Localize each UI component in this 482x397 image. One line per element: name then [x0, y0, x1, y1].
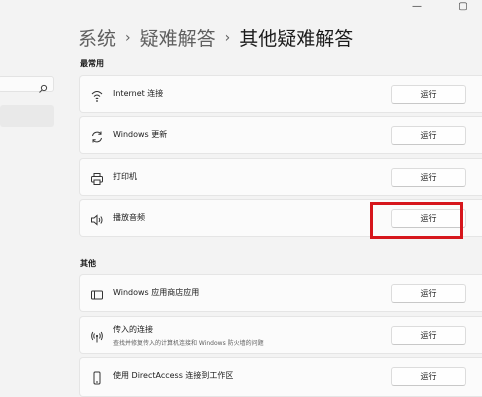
troubleshooter-label: 打印机	[113, 172, 137, 181]
search-input[interactable]	[0, 76, 54, 93]
sidebar-item-selected[interactable]	[0, 105, 54, 127]
run-button[interactable]: 运行	[391, 367, 466, 386]
troubleshooter-printer: 打印机 运行	[79, 158, 482, 196]
minimize-button[interactable]: —	[394, 0, 440, 12]
breadcrumb-troubleshoot[interactable]: 疑难解答	[140, 24, 216, 51]
run-button[interactable]: 运行	[391, 85, 466, 104]
troubleshooter-incoming-connections: 传入的连接 查找并修复传入的计算机连接和 Windows 防火墙的问题 运行	[79, 316, 482, 354]
troubleshooter-description: 查找并修复传入的计算机连接和 Windows 防火墙的问题	[113, 340, 264, 347]
speaker-icon	[90, 212, 104, 226]
troubleshooter-internet: Internet 连接 运行	[79, 75, 482, 113]
breadcrumb-separator: ›	[125, 29, 131, 46]
sync-icon	[90, 129, 104, 143]
troubleshooter-label: Windows 更新	[113, 130, 168, 139]
section-title-other: 其他	[80, 259, 96, 268]
troubleshooter-directaccess: 使用 DirectAccess 连接到工作区 运行	[79, 357, 482, 397]
run-button[interactable]: 运行	[391, 326, 466, 345]
highlight-box	[370, 202, 463, 239]
wifi-icon	[90, 88, 104, 102]
troubleshooter-label: 传入的连接	[113, 325, 153, 334]
troubleshooter-store-apps: Windows 应用商店应用 运行	[79, 274, 482, 312]
section-title-frequent: 最常用	[80, 59, 104, 68]
maximize-button[interactable]: ▢	[440, 0, 482, 12]
troubleshooter-label: Windows 应用商店应用	[113, 288, 200, 297]
run-button[interactable]: 运行	[391, 168, 466, 187]
incoming-connection-icon	[90, 329, 104, 343]
phone-device-icon	[90, 370, 104, 385]
troubleshooter-label: 使用 DirectAccess 连接到工作区	[113, 371, 234, 380]
search-icon	[38, 79, 48, 93]
run-button[interactable]: 运行	[391, 126, 466, 145]
printer-icon	[90, 171, 104, 185]
page-title: 其他疑难解答	[239, 28, 354, 50]
breadcrumb-system[interactable]: 系统	[78, 24, 116, 51]
troubleshooter-label: 播放音频	[113, 213, 145, 222]
troubleshooter-windows-update: Windows 更新 运行	[79, 116, 482, 154]
troubleshooter-label: Internet 连接	[113, 89, 164, 98]
breadcrumb-separator: ›	[224, 29, 231, 46]
run-button[interactable]: 运行	[391, 284, 466, 303]
breadcrumb: 系统 › 疑难解答 › 其他疑难解答	[78, 24, 353, 51]
store-app-icon	[90, 287, 104, 301]
